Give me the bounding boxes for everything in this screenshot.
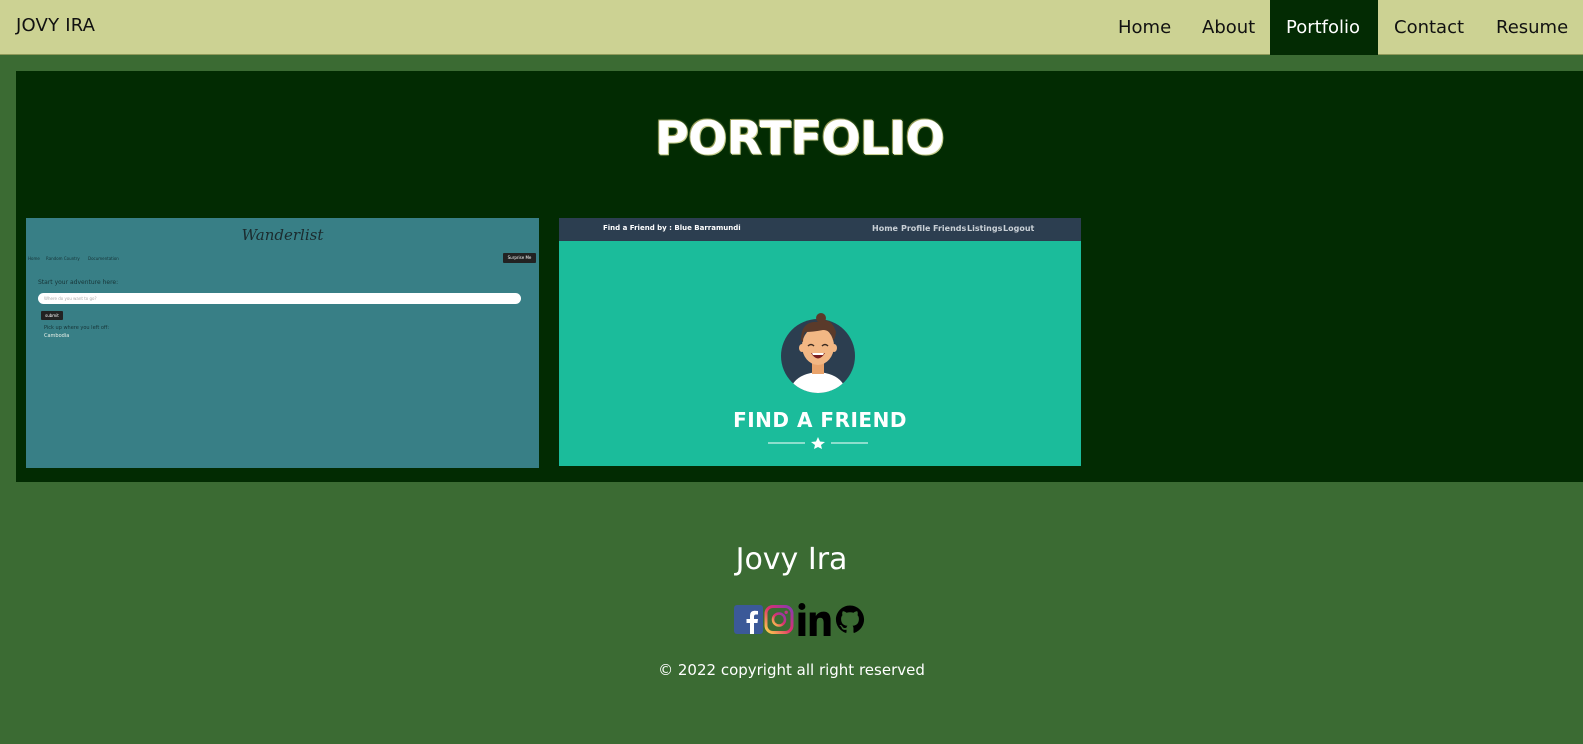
wanderlist-search-input: Where do you want to go? [38, 293, 521, 304]
nav-item-about[interactable]: About [1186, 0, 1271, 55]
nav-item-contact[interactable]: Contact [1378, 0, 1480, 55]
find-friend-navbar: Find a Friend by : Blue Barramundi Home … [559, 218, 1081, 241]
wanderlist-nav-random-country: Random Country [46, 256, 80, 261]
find-friend-nav-profile: Profile [901, 224, 931, 233]
wanderlist-saved-country: Cambodia [44, 333, 70, 339]
nav-item-portfolio[interactable]: Portfolio [1270, 0, 1378, 55]
facebook-icon[interactable] [734, 603, 763, 636]
find-friend-nav-friends: Friends [933, 224, 967, 233]
find-friend-brand: Find a Friend by : Blue Barramundi [603, 224, 741, 232]
wanderlist-nav-home: Home [28, 256, 40, 261]
navbar: JOVY IRA Home About Portfolio Contact Re… [0, 0, 1583, 55]
nav-item-home[interactable]: Home [1102, 0, 1187, 55]
copyright-text: © 2022 copyright all right reserved [658, 661, 925, 679]
nav-item-resume[interactable]: Resume [1480, 0, 1583, 55]
linkedin-icon[interactable] [795, 603, 834, 636]
instagram-icon[interactable] [764, 603, 794, 636]
brand-name[interactable]: JOVY IRA [16, 15, 95, 36]
wanderlist-nav-documentation: Documentation [88, 256, 119, 261]
wanderlist-pickup-text: Pick up where you left off: [44, 325, 110, 331]
project-thumbnail-wanderlist[interactable]: Wanderlist Home Random Country Documenta… [26, 218, 539, 468]
wanderlist-start-prompt: Start your adventure here: [38, 279, 119, 286]
avatar-icon [781, 313, 855, 393]
wanderlist-surprise-button: Surprise Me [503, 253, 536, 263]
github-icon[interactable] [835, 603, 865, 636]
portfolio-section: PORTFOLIO Wanderlist Home Random Country… [16, 71, 1583, 482]
wanderlist-title: Wanderlist [241, 226, 324, 244]
project-thumbnail-find-a-friend[interactable]: Find a Friend by : Blue Barramundi Home … [559, 218, 1081, 466]
find-friend-heading: FIND A FRIEND [733, 408, 907, 432]
find-friend-nav-logout: Logout [1003, 224, 1035, 233]
portfolio-title: PORTFOLIO [654, 111, 945, 165]
star-divider-icon [768, 437, 868, 449]
footer-name: Jovy Ira [735, 542, 848, 577]
find-friend-nav-home: Home [872, 224, 898, 233]
wanderlist-submit-button: submit [41, 311, 63, 320]
find-friend-nav-listings: Listings [967, 224, 1003, 233]
